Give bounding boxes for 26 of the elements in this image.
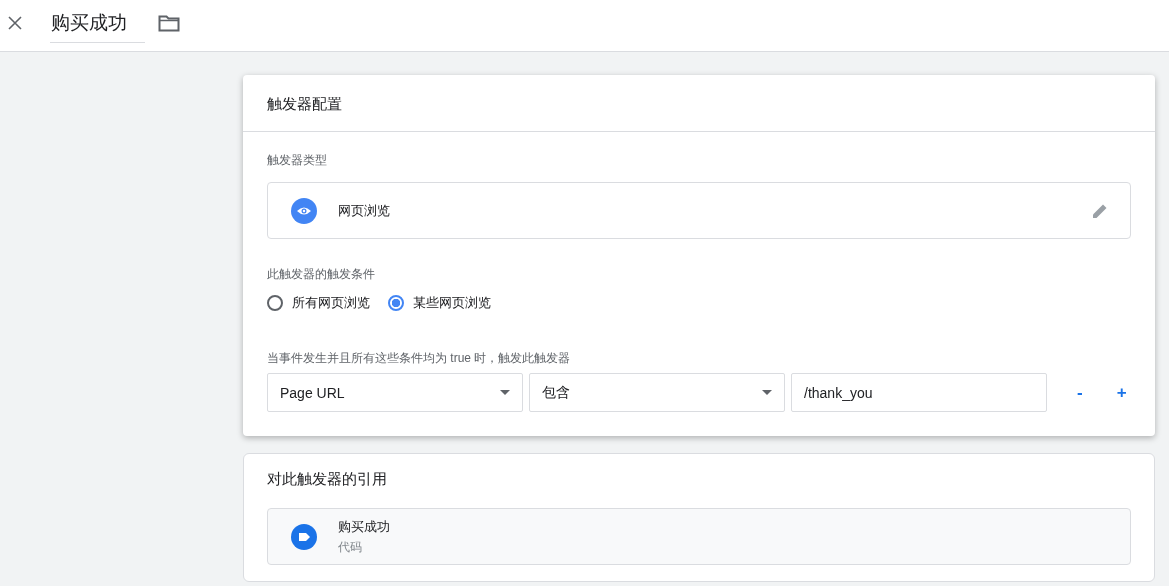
radio-button[interactable] (388, 295, 404, 311)
reference-type: 代码 (338, 538, 363, 556)
card-title: 触发器配置 (243, 75, 1155, 132)
trigger-type-name: 网页浏览 (338, 201, 391, 220)
reference-name: 购买成功 (338, 517, 390, 536)
reference-item[interactable]: 购买成功 代码 (267, 508, 1131, 565)
add-button[interactable]: + (1112, 382, 1131, 403)
card-title: 对此触发器的引用 (267, 470, 388, 489)
remove-button[interactable]: - (1073, 382, 1087, 403)
trigger-name-field[interactable]: 购买成功 (50, 9, 145, 43)
value-input-field[interactable]: /thank_you (791, 373, 1047, 412)
radio-option[interactable]: 所有网页浏览 (267, 294, 370, 312)
trigger-type-card[interactable]: 网页浏览 (267, 182, 1131, 239)
radio-option[interactable]: 某些网页浏览 (388, 294, 491, 312)
operator-dropdown[interactable]: 包含 (529, 373, 785, 412)
radio-button[interactable] (267, 295, 283, 311)
eye-icon (291, 197, 317, 224)
section-label: 触发器类型 (267, 152, 328, 169)
close-icon[interactable] (7, 14, 23, 31)
folder-icon[interactable] (158, 13, 180, 32)
variable-dropdown[interactable]: Page URL (267, 373, 523, 412)
tag-icon (291, 523, 317, 550)
dropdown-caret-icon (762, 390, 772, 395)
section-label: 此触发器的触发条件 (267, 266, 376, 283)
dropdown-caret-icon (500, 390, 510, 395)
section-label: 当事件发生并且所有这些条件均为 true 时，触发此触发器 (267, 350, 572, 367)
